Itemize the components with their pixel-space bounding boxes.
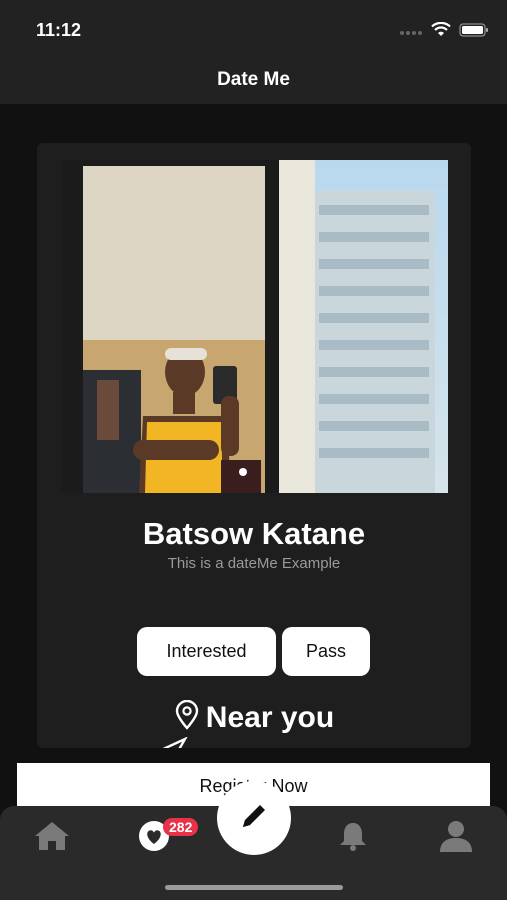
- home-indicator: [165, 885, 343, 890]
- wifi-icon: [431, 21, 451, 43]
- page-title: Date Me: [217, 69, 290, 90]
- nav-bar: Date Me: [0, 58, 507, 104]
- profile-subtitle: This is a dateMe Example: [167, 555, 341, 572]
- pencil-icon: [237, 799, 271, 838]
- status-icons: [399, 21, 489, 43]
- location-label: Near you: [205, 700, 335, 734]
- battery-icon: [459, 23, 489, 42]
- bell-icon: [336, 819, 370, 858]
- pass-button[interactable]: Pass: [282, 627, 370, 676]
- status-bar: 11:12: [0, 0, 507, 58]
- location-row: Near you: [37, 699, 471, 735]
- navigation-icon: [155, 736, 189, 748]
- interested-button[interactable]: Interested: [137, 627, 276, 676]
- next-row-partial: [155, 736, 189, 748]
- signal-icon: [399, 24, 423, 42]
- user-icon: [438, 819, 474, 858]
- status-time: 11:12: [36, 20, 82, 40]
- location-pin-icon: [174, 699, 200, 735]
- tab-home[interactable]: [32, 818, 72, 858]
- home-icon: [33, 820, 71, 857]
- profile-photo[interactable]: [61, 160, 448, 493]
- compose-button[interactable]: [217, 781, 291, 855]
- tab-notifications[interactable]: [333, 818, 373, 858]
- tab-profile[interactable]: [436, 818, 476, 858]
- likes-count-badge: 282: [163, 818, 199, 836]
- profile-name: Batsow Katane: [142, 516, 366, 551]
- profile-card[interactable]: Batsow Katane This is a dateMe Example I…: [37, 143, 471, 748]
